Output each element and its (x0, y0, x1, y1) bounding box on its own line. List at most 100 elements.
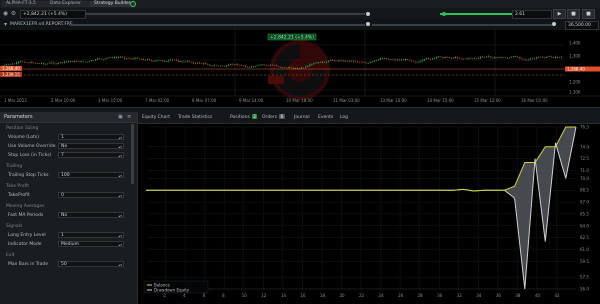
candle-body (13, 63, 16, 65)
equity-x-tick: 14 (281, 293, 287, 298)
candle-body (36, 63, 38, 64)
amount-field[interactable]: 36,500.00 (565, 21, 599, 30)
price-field[interactable]: +2,842.21 (+5.4%) (20, 10, 86, 19)
param-value: 50 (61, 262, 67, 267)
param-input[interactable]: Medium ▴▾ (58, 241, 124, 247)
param-input[interactable]: 100 ▴▾ (58, 172, 124, 178)
candle-body (504, 57, 506, 59)
equity-y-tick: 71.0 (580, 168, 589, 173)
range-track[interactable] (70, 24, 365, 26)
spinner-icon[interactable]: ▴▾ (118, 233, 122, 239)
section-header[interactable]: Trailing (6, 164, 22, 169)
candle-body (26, 62, 28, 64)
param-input[interactable]: 0 ▴▾ (58, 192, 124, 198)
value-field[interactable]: 2.61 (512, 10, 552, 19)
param-input[interactable]: 1 ▴▾ (58, 232, 124, 238)
spinner-icon[interactable]: ▴▾ (118, 135, 122, 141)
candle-body (486, 56, 488, 58)
parameters-scrollbar[interactable] (131, 124, 134, 184)
equity-x-tick: 42 (554, 293, 560, 298)
chevron-down-icon[interactable]: ▾ (2, 21, 9, 28)
settings-icon[interactable]: ⚙ (10, 10, 17, 17)
candle-body (240, 65, 242, 66)
tab-workspace-2[interactable]: Data Explorer (46, 1, 91, 7)
spinner-icon[interactable]: ▴▾ (118, 193, 122, 199)
spinner-icon[interactable]: ▴▾ (118, 213, 122, 219)
candle-body (182, 61, 184, 62)
range-knob-2[interactable] (552, 22, 556, 26)
param-input[interactable]: No ▴▾ (58, 212, 124, 218)
param-input[interactable]: 7 ▴▾ (58, 152, 124, 158)
save-icon[interactable]: ▣ (118, 114, 123, 120)
tab-workspace-1[interactable]: ALPHA-FT-3.5 (2, 1, 47, 7)
menu-icon[interactable]: ≡ (127, 114, 131, 120)
equity-y-tick: 72.5 (580, 156, 589, 161)
section-header[interactable]: Take Profit (6, 184, 29, 189)
equity-x-tick: 20 (339, 293, 345, 298)
candle-body (465, 58, 467, 60)
param-input[interactable]: 50 ▴▾ (58, 261, 124, 267)
candle-body (80, 61, 82, 63)
tab-equity-chart[interactable]: Equity Chart (142, 114, 170, 121)
section-header[interactable]: Position Sizing (6, 126, 38, 131)
range-knob[interactable] (366, 22, 370, 26)
tab-log[interactable]: Log (340, 114, 348, 121)
param-label: Fast MA Periods (8, 213, 44, 218)
tab-workspace-3[interactable]: Strategy Builder (90, 1, 135, 7)
spinner-icon[interactable]: ▴▾ (118, 153, 122, 159)
candle-body (155, 60, 157, 62)
candle-body (190, 61, 192, 63)
spinner-icon[interactable]: ▴▾ (118, 144, 122, 150)
candle-body (533, 58, 536, 60)
candle-body (117, 57, 120, 58)
section-header[interactable]: Moving Averages (6, 204, 45, 209)
candle-body (554, 56, 556, 58)
candle-body (467, 57, 469, 59)
candle-body (74, 61, 76, 62)
candle-body (267, 65, 269, 66)
equity-x-tick: 6 (203, 293, 206, 298)
candle-body (34, 62, 36, 64)
candle-body (494, 57, 496, 59)
timeline-knob[interactable] (366, 12, 370, 16)
time-axis-label: 3 Mar 15:00 (98, 98, 123, 103)
candle-body (223, 65, 226, 67)
section-header[interactable]: Exit (6, 253, 15, 258)
spinner-icon[interactable]: ▴▾ (118, 262, 122, 268)
equity-y-tick: 70.0 (580, 176, 589, 181)
timeline-track[interactable] (85, 13, 365, 15)
param-input[interactable]: 1 ▴▾ (58, 134, 124, 140)
candle-body (311, 63, 313, 65)
equity-chart[interactable]: 76.5 74.0 72.5 71.0 70.0 68.5 67.0 65.5 64.0 62.5… (138, 123, 600, 304)
candle-body (438, 56, 440, 58)
candle-body (498, 57, 500, 58)
candle-body (103, 58, 105, 60)
spinner-icon[interactable]: ▴▾ (118, 242, 122, 248)
equity-y-tick: 65.5 (580, 211, 589, 216)
candle-body (355, 61, 357, 62)
candle-body (346, 60, 348, 62)
candle-body (461, 58, 463, 59)
param-input[interactable]: No ▴▾ (58, 143, 124, 149)
tab-events[interactable]: Events (318, 114, 333, 121)
candle-body (332, 59, 334, 61)
candle-body (382, 58, 384, 59)
price-chart[interactable]: +2,842.21 (+5.4%) 1,4001,3001,2681,2001,… (0, 30, 600, 107)
candle-body (490, 56, 492, 58)
tab-positions[interactable]: Positions 2 (230, 114, 258, 121)
play-button[interactable]: ▶ (553, 9, 566, 19)
eye-icon[interactable]: ◉ (2, 10, 9, 17)
stop-button[interactable]: ■ (582, 9, 595, 19)
candle-body (159, 59, 161, 61)
spinner-icon[interactable]: ▴▾ (118, 173, 122, 179)
range-track-2[interactable] (372, 24, 552, 26)
candle-body (556, 56, 558, 58)
tab-trade-statistics[interactable]: Trade Statistics (178, 114, 212, 121)
pause-button[interactable]: ■ (567, 9, 580, 19)
tab-journal[interactable]: Journal (294, 114, 310, 121)
equity-x-tick: 24 (379, 293, 385, 298)
candle-body (431, 58, 434, 60)
section-header[interactable]: Signals (6, 224, 22, 229)
tab-orders[interactable]: Orders 6 (262, 114, 285, 121)
candle-body (475, 58, 477, 60)
